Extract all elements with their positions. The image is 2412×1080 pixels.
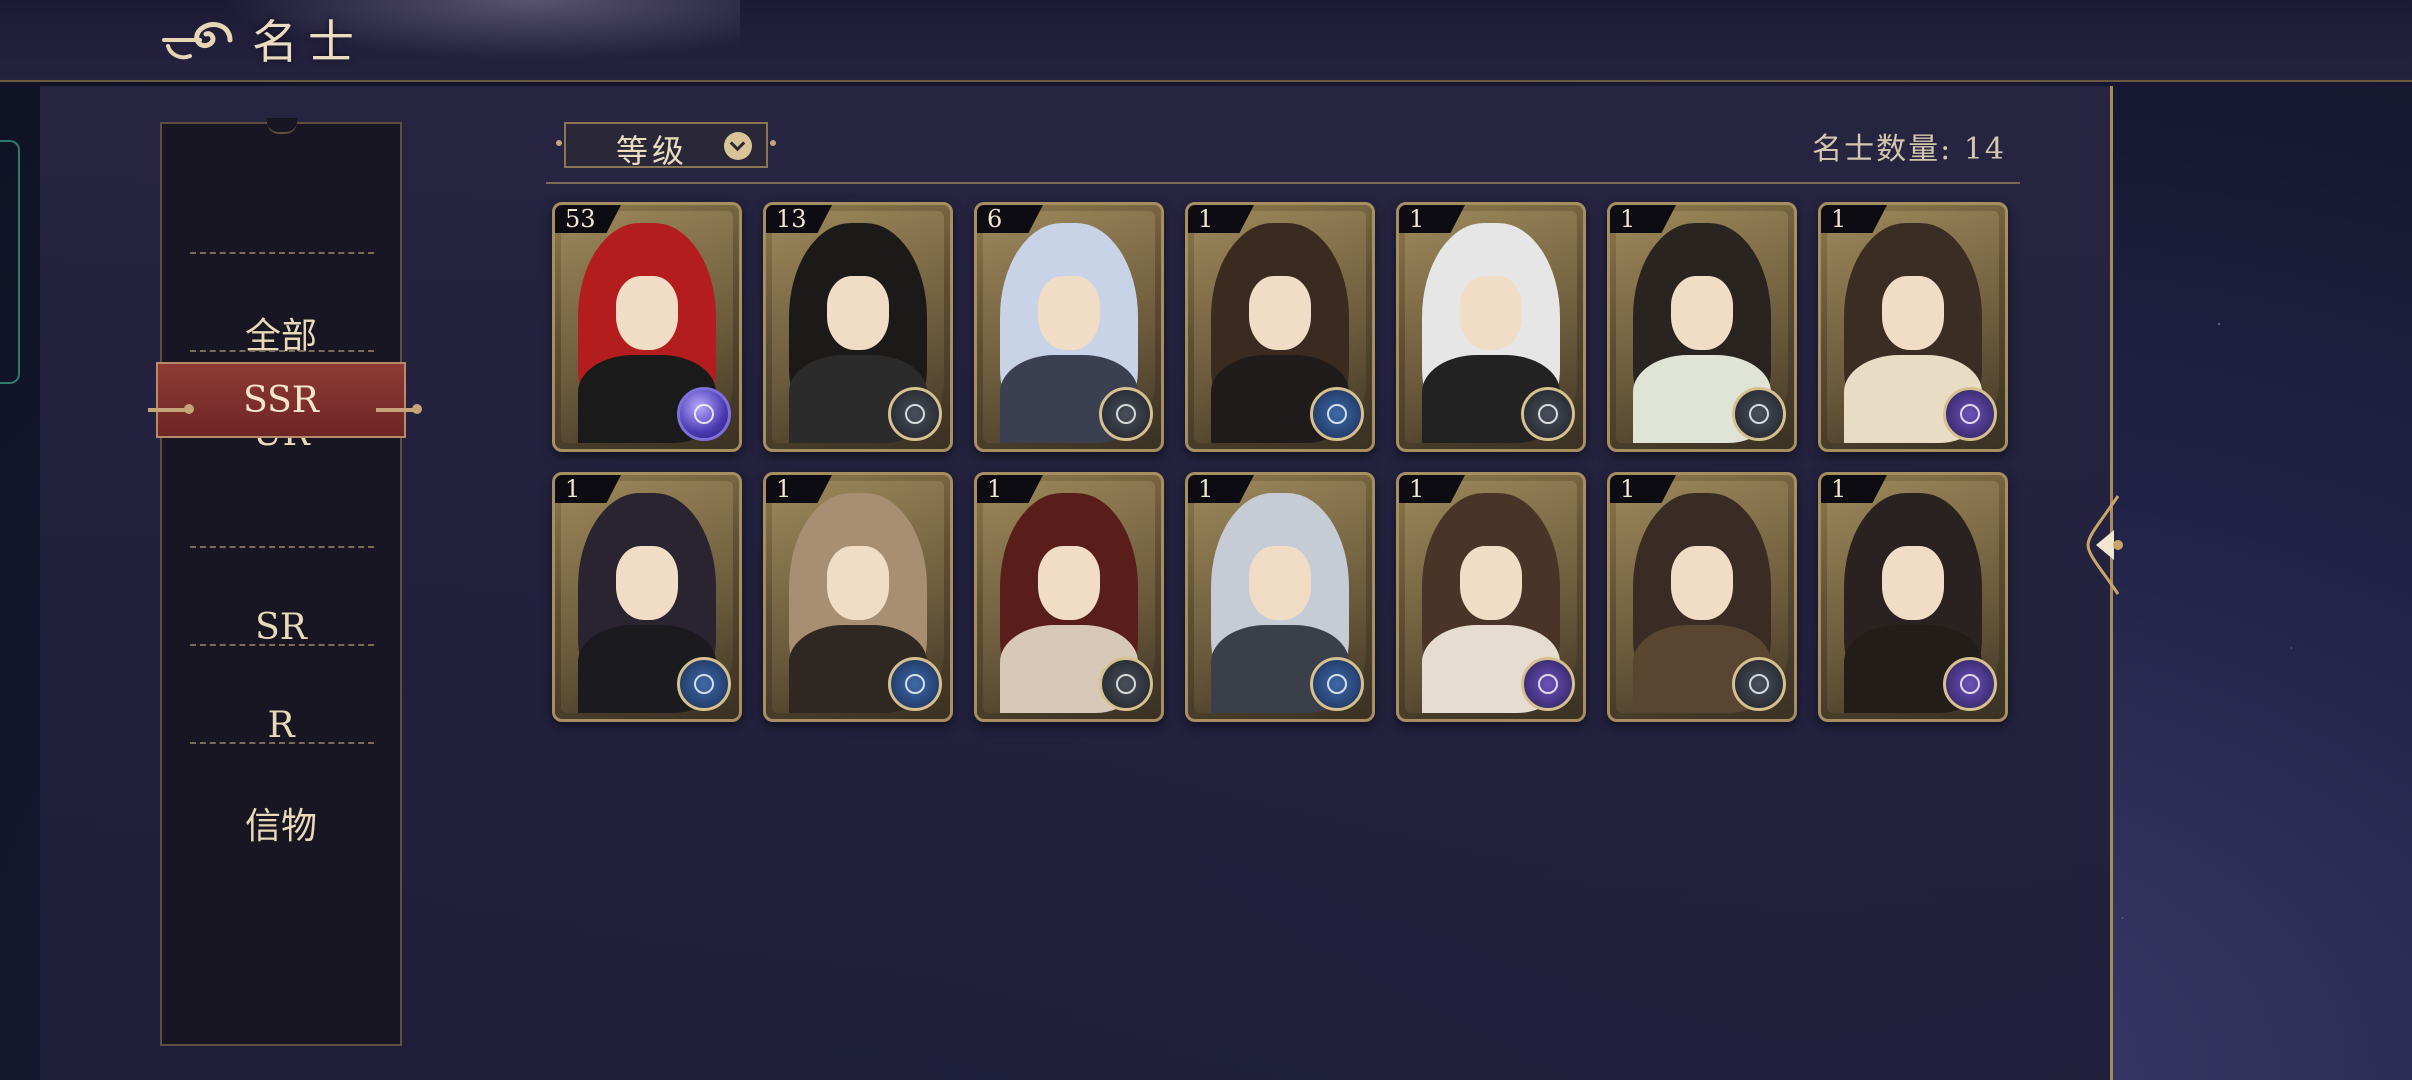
sort-level-dropdown[interactable]: 等级: [564, 122, 768, 170]
ssr-left-ornament: [148, 404, 194, 414]
portrait-face: [1038, 275, 1100, 351]
hero-count: 名士数量: 14: [1812, 132, 2006, 167]
hero-card[interactable]: 1: [1607, 472, 1797, 722]
faction-emblem-icon: [1943, 657, 1997, 711]
rarity-sidebar: 全部 UR SSR SR R 信物: [148, 118, 422, 1046]
portrait-face: [1249, 545, 1311, 621]
sidebar-item-sr[interactable]: SR: [162, 578, 400, 676]
faction-emblem-icon: [888, 657, 942, 711]
chevron-down-icon: [724, 132, 752, 160]
portrait-face: [827, 545, 889, 621]
divider: [190, 350, 374, 352]
hero-card[interactable]: 1: [1185, 472, 1375, 722]
portrait-face: [1671, 545, 1733, 621]
divider: [190, 546, 374, 548]
sidebar-item-tokens[interactable]: 信物: [162, 774, 400, 872]
faction-emblem-icon: [1521, 657, 1575, 711]
ssr-right-ornament: [376, 404, 422, 414]
hero-card[interactable]: 53: [552, 202, 742, 452]
hero-card[interactable]: 1: [974, 472, 1164, 722]
left-edge-tab[interactable]: [0, 140, 20, 384]
hero-card[interactable]: 1: [1185, 202, 1375, 452]
faction-emblem-icon: [888, 387, 942, 441]
hero-card[interactable]: 1: [1818, 472, 2008, 722]
top-bar: 名士: [0, 0, 2412, 82]
collapse-arrow-icon[interactable]: [2082, 490, 2126, 600]
portrait-face: [1460, 275, 1522, 351]
filter-ornament: [770, 140, 776, 146]
hero-card[interactable]: 1: [1396, 472, 1586, 722]
faction-emblem-icon: [1521, 387, 1575, 441]
sidebar-item-r[interactable]: R: [162, 676, 400, 774]
filter-ornament: [556, 140, 562, 146]
portrait-face: [1882, 275, 1944, 351]
divider: [190, 644, 374, 646]
faction-emblem-icon: [1099, 387, 1153, 441]
hero-card[interactable]: 6: [974, 202, 1164, 452]
portrait-face: [1460, 545, 1522, 621]
faction-emblem-icon: [1310, 657, 1364, 711]
hero-card[interactable]: 1: [763, 472, 953, 722]
portrait-face: [1038, 545, 1100, 621]
sidebar-notch: [267, 118, 297, 134]
hero-card[interactable]: 1: [1396, 202, 1586, 452]
faction-emblem-icon: [1732, 387, 1786, 441]
portrait-face: [616, 275, 678, 351]
sort-label: 等级: [616, 132, 689, 170]
portrait-face: [1249, 275, 1311, 351]
portrait-face: [1882, 545, 1944, 621]
faction-emblem-icon: [1310, 387, 1364, 441]
divider: [190, 252, 374, 254]
hero-card[interactable]: 1: [1818, 202, 2008, 452]
faction-emblem-icon: [1943, 387, 1997, 441]
header-divider: [546, 182, 2020, 184]
page-title: 名士: [252, 15, 364, 69]
hero-card[interactable]: 1: [1607, 202, 1797, 452]
sidebar-item-label: SSR: [243, 379, 319, 421]
portrait-face: [1671, 275, 1733, 351]
portrait-face: [616, 545, 678, 621]
faction-emblem-icon: [677, 657, 731, 711]
portrait-face: [827, 275, 889, 351]
sidebar-item-ssr[interactable]: SSR: [156, 362, 406, 438]
hero-card[interactable]: 13: [763, 202, 953, 452]
faction-emblem-icon: [1732, 657, 1786, 711]
faction-emblem-icon: [1099, 657, 1153, 711]
divider: [190, 742, 374, 744]
back-swirl-icon[interactable]: [160, 14, 240, 66]
hero-card[interactable]: 1: [552, 472, 742, 722]
faction-emblem-icon: [677, 387, 731, 441]
